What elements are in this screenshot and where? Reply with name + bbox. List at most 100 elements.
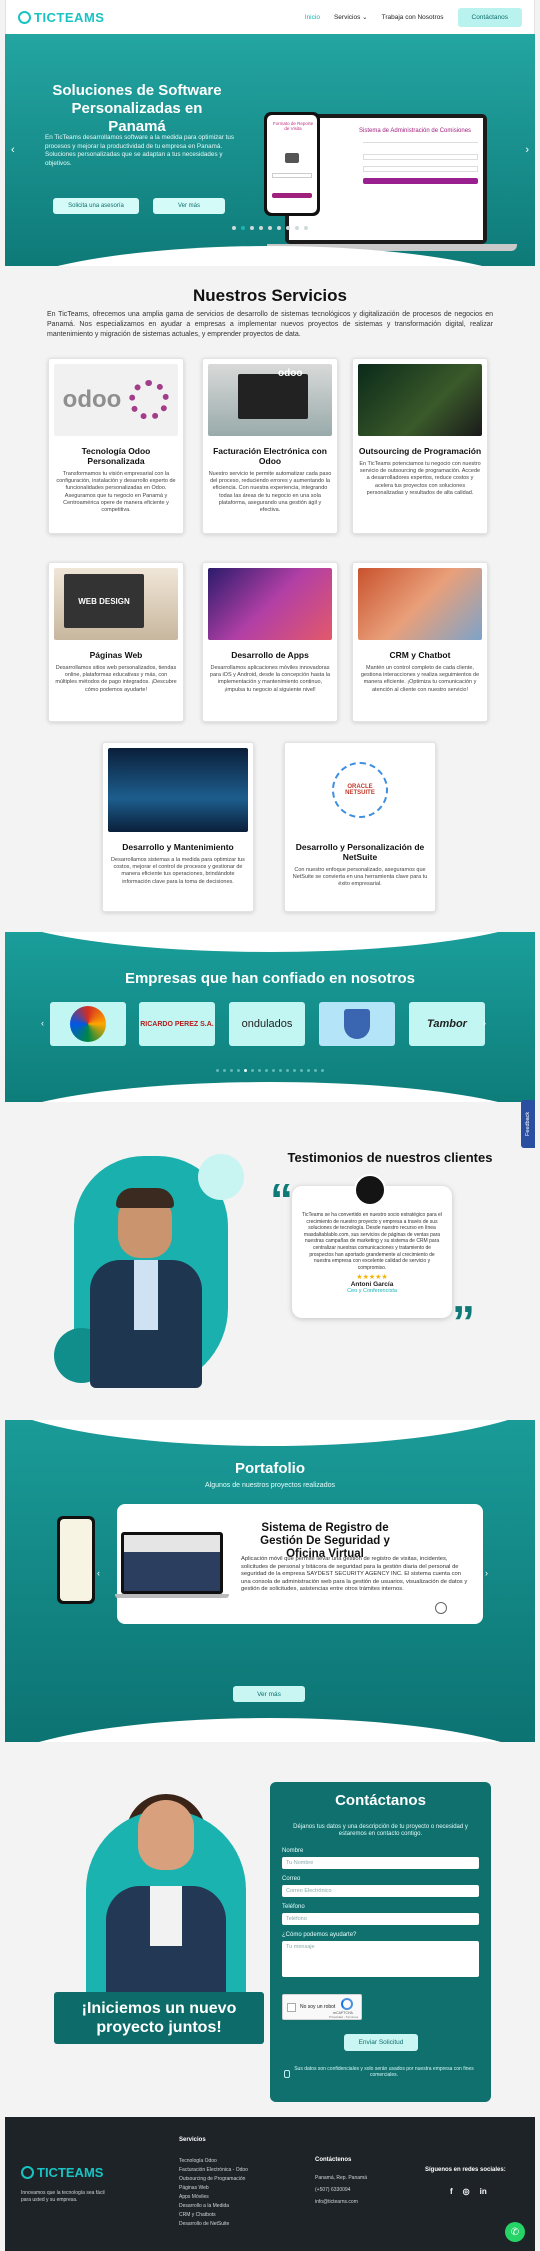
client-logo-1 [50,1002,126,1046]
phone-input[interactable]: Teléfono [282,1913,479,1925]
clients-dot[interactable] [314,1069,317,1072]
contact-button[interactable]: Contáctanos [457,7,522,27]
clients-dot[interactable] [251,1069,254,1072]
recaptcha-terms: Privacidad - Términos [329,2015,359,2019]
clients-dot[interactable] [307,1069,310,1072]
card-title: Desarrollo y Personalización de NetSuite [295,842,425,862]
portfolio-next-icon[interactable]: › [485,1568,488,1578]
footer-service-link[interactable]: Desarrollo a la Medida [179,2202,248,2211]
clients-dot[interactable] [237,1069,240,1072]
facebook-icon[interactable]: f [450,2187,453,2196]
contact-form: Contáctanos Déjanos tus datos y una desc… [270,1782,491,2102]
clients-dot[interactable] [258,1069,261,1072]
card-title: Tecnología Odoo Personalizada [81,446,151,466]
slider-dot[interactable] [232,226,236,230]
slider-dot[interactable] [295,226,299,230]
service-card-outsourcing[interactable]: Outsourcing de Programación En TicTeams … [352,358,488,534]
service-card-apps[interactable]: Desarrollo de Apps Desarrollamos aplicac… [202,562,338,722]
footer-service-link[interactable]: Apps Móviles [179,2193,248,2202]
rating-stars: ★★★★★ [356,1274,388,1282]
card-text: Nuestro servicio te permite automatizar … [208,471,332,514]
portfolio-ver-mas-button[interactable]: Ver más [233,1686,305,1702]
service-card-mantenimiento[interactable]: Desarrollo y Mantenimiento Desarrollamos… [102,742,254,912]
linkedin-icon[interactable]: in [480,2187,487,2196]
recaptcha-box: No soy un robot reCAPTCHA Privacidad - T… [282,1994,362,2020]
label-telefono: Teléfono [282,1904,305,1910]
footer-logo[interactable]: TICTEAMS [21,2165,103,2180]
slider-dot[interactable] [241,226,245,230]
clients-dot[interactable] [321,1069,324,1072]
testimonial-avatar [354,1174,386,1206]
hero-ver-mas-button[interactable]: Ver más [153,198,225,214]
service-card-facturacion[interactable]: odoo Facturación Electrónica con Odoo Nu… [202,358,338,534]
clients-dot[interactable] [300,1069,303,1072]
footer-logo-text: TICTEAMS [37,2165,104,2180]
recaptcha-checkbox[interactable] [287,2003,296,2012]
slider-dot[interactable] [277,226,281,230]
clients-prev-icon[interactable]: ‹ [41,1018,44,1028]
camera-icon [285,153,299,163]
footer-service-link[interactable]: Páginas Web [179,2184,248,2193]
slider-dot[interactable] [259,226,263,230]
card-text: Mantén un control completo de cada clien… [360,665,480,693]
services-intro: En TicTeams, ofrecemos una amplia gama d… [47,311,493,338]
feedback-tab[interactable]: Feedback [521,1100,535,1148]
logo-text: TICTEAMS [34,9,105,25]
project-text: Aplicación móvil que permite llevar una … [241,1556,468,1593]
portfolio-prev-icon[interactable]: ‹ [97,1568,100,1578]
label-mensaje: ¿Cómo podemos ayudarte? [282,1932,357,1938]
hero-asesoria-button[interactable]: Solicita una asesoría [53,198,139,214]
footer-service-link[interactable]: CRM y Chatbots [179,2211,248,2220]
footer-services-title: Servicios [179,2137,206,2143]
contact-title: Contáctanos [335,1792,426,1809]
service-card-crm[interactable]: CRM y Chatbot Mantén un control completo… [352,562,488,722]
card-text: Desarrollamos sitios web personalizados,… [55,665,177,693]
clients-next-icon[interactable]: › [483,1018,486,1028]
card-text: En TicTeams potenciamos tu negocio con n… [359,461,481,496]
instagram-icon[interactable]: ◎ [463,2187,470,2196]
clients-dot[interactable] [279,1069,282,1072]
clients-dot[interactable] [244,1069,247,1072]
facturacion-image: odoo [208,364,332,436]
footer-service-link[interactable]: Outsourcing de Programación [179,2175,248,2184]
slider-prev-icon[interactable]: ‹ [11,144,15,156]
whatsapp-icon[interactable]: ✆ [505,2222,525,2242]
clients-dot[interactable] [293,1069,296,1072]
footer-email[interactable]: info@tictearns.com [315,2199,358,2205]
testimonial-quote: TicTeams se ha convertido en nuestro soc… [302,1212,442,1271]
client-logo-ondulados: ondulados [229,1002,305,1046]
hero-title: Soluciones de Software Personalizadas en… [52,82,222,135]
slider-dot[interactable] [286,226,290,230]
clients-dot[interactable] [265,1069,268,1072]
footer-service-link[interactable]: Facturación Electrónica - Odoo [179,2166,248,2175]
laptop-mockup: Sistema de Administración de Comisiones … [264,112,517,256]
name-input[interactable]: Tu Nombre [282,1857,479,1869]
logo[interactable]: TICTEAMS [18,10,104,25]
nav-trabaja[interactable]: Trabaja con Nosotros [382,14,444,21]
footer-service-link[interactable]: Desarrollo de NetSuite [179,2220,248,2229]
nav-servicios[interactable]: Servicios ⌄ [334,13,368,21]
testimonial-role: Ceo y Conferencista [347,1288,397,1295]
card-text: Con nuestro enfoque personalizado, asegu… [292,867,428,888]
nav-inicio[interactable]: Inicio [305,14,320,21]
clients-dot[interactable] [216,1069,219,1072]
clients-dot[interactable] [286,1069,289,1072]
slider-dot[interactable] [250,226,254,230]
phone-mockup: Formato de Reporte de Visita [264,112,320,216]
service-card-netsuite[interactable]: ORACLE NETSUITE Desarrollo y Personaliza… [284,742,436,912]
message-textarea[interactable]: Tu mensaje [282,1941,479,1977]
email-input[interactable]: Correo Electrónico [282,1885,479,1897]
clients-dot[interactable] [230,1069,233,1072]
label-correo: Correo [282,1876,301,1882]
service-card-web[interactable]: WEB DESIGN Páginas Web Desarrollamos sit… [48,562,184,722]
slider-next-icon[interactable]: › [525,144,529,156]
footer-phone[interactable]: (+507) 6330094 [315,2187,350,2193]
service-card-odoo[interactable]: odoo Tecnología Odoo Personalizada Trans… [48,358,184,534]
slider-dot[interactable] [268,226,272,230]
clients-dot[interactable] [223,1069,226,1072]
submit-button[interactable]: Enviar Solicitud [344,2034,418,2051]
clients-dot[interactable] [272,1069,275,1072]
mantenimiento-image [108,748,248,832]
footer-service-link[interactable]: Tecnología Odoo [179,2157,248,2166]
slider-dot[interactable] [304,226,308,230]
